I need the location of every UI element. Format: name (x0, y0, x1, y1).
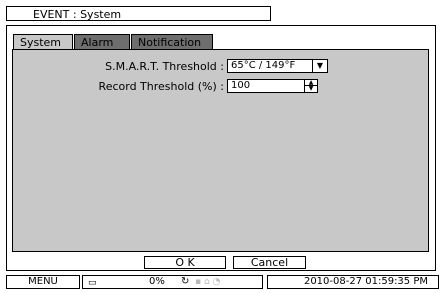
window-title: EVENT : System (6, 6, 271, 21)
status-icons-inactive: ▪ ⌂ ◔ (195, 277, 221, 287)
spinner-down-icon[interactable]: ▼ (305, 86, 317, 92)
cancel-button[interactable]: Cancel (233, 256, 306, 269)
smart-threshold-dropdown[interactable]: 65°C / 149°F ▼ (227, 59, 328, 73)
datetime-display: 2010-08-27 01:59:35 PM (267, 275, 439, 289)
refresh-icon: ↻ (181, 276, 190, 287)
record-threshold-spinner[interactable]: 100 ▲ ▼ (227, 79, 318, 93)
smart-threshold-value: 65°C / 149°F (231, 60, 296, 71)
menu-button[interactable]: MENU (6, 275, 80, 289)
status-bar: MENU ▭ 0% ↻ ▪ ⌂ ◔ 2010-08-27 01:59:35 PM (0, 275, 443, 293)
smart-threshold-label: S.M.A.R.T. Threshold : (105, 60, 224, 73)
chevron-down-icon[interactable]: ▼ (312, 60, 327, 72)
record-threshold-label: Record Threshold (%) : (98, 80, 224, 93)
ok-button[interactable]: O K (144, 256, 226, 269)
spinner-buttons[interactable]: ▲ ▼ (304, 80, 317, 92)
record-threshold-value: 100 (231, 80, 251, 91)
tab-system[interactable]: System (13, 34, 73, 50)
tab-notification[interactable]: Notification (131, 34, 213, 50)
tab-alarm[interactable]: Alarm (74, 34, 130, 50)
percent-text: 0% (149, 276, 165, 287)
status-indicators: ▭ 0% ↻ ▪ ⌂ ◔ (82, 275, 263, 289)
monitor-icon: ▭ (88, 278, 97, 288)
